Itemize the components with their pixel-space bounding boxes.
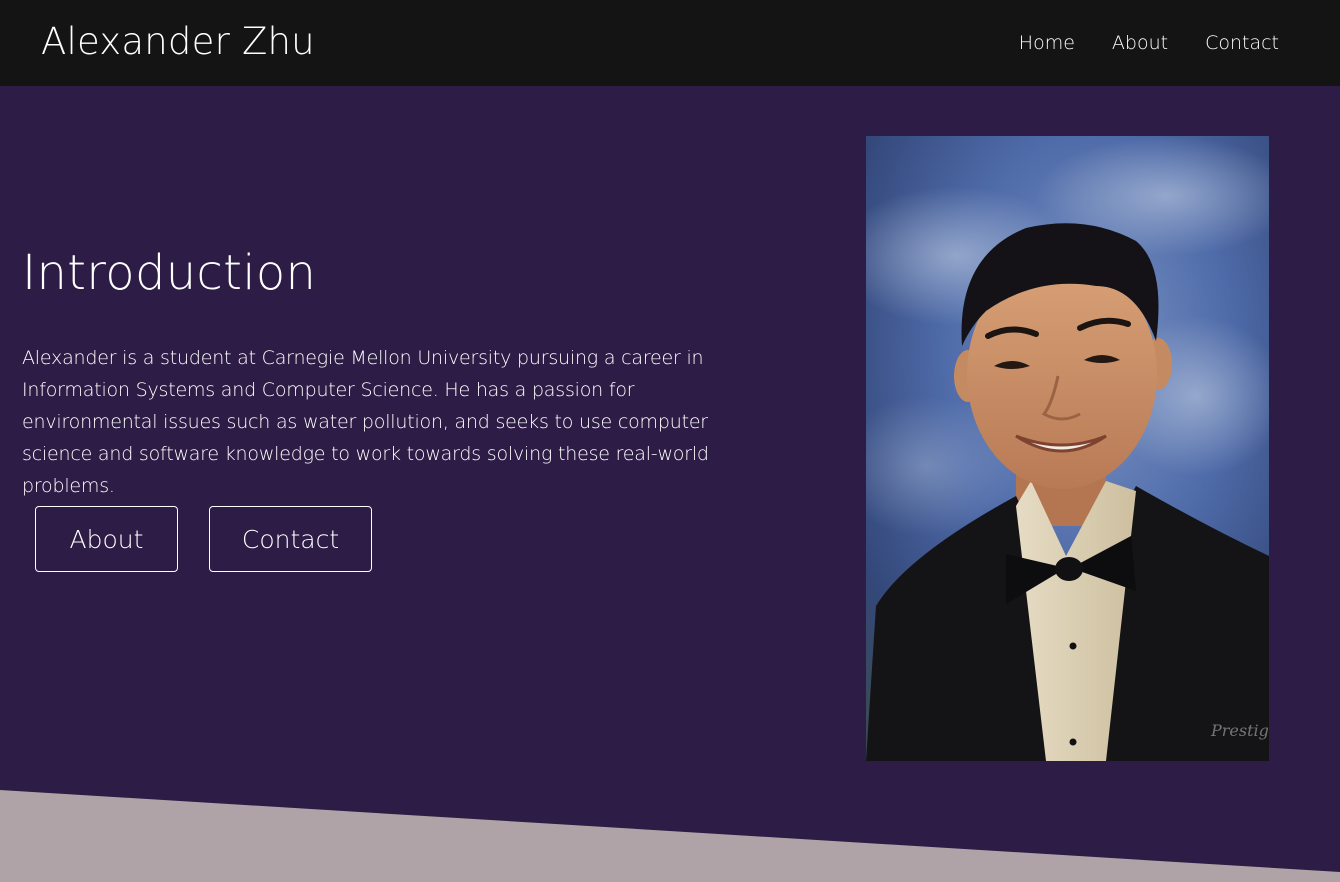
site-brand[interactable]: Alexander Zhu xyxy=(41,18,315,66)
svg-text:Prestige: Prestige xyxy=(1210,721,1269,740)
intro-paragraph: Alexander is a student at Carnegie Mello… xyxy=(22,347,709,497)
nav-link-about[interactable]: About xyxy=(1112,28,1168,58)
top-navbar: Alexander Zhu Home About Contact xyxy=(0,0,1340,86)
about-button-label: About xyxy=(69,524,144,554)
about-button[interactable]: About xyxy=(35,506,178,572)
portrait-photo: Prestige xyxy=(866,136,1269,761)
intro-title: Introduction xyxy=(22,245,317,301)
nav-link-contact[interactable]: Contact xyxy=(1205,28,1279,58)
hero-section: Introduction Alexander is a student at C… xyxy=(0,86,1340,882)
nav-link-home[interactable]: Home xyxy=(1019,28,1075,58)
nav-links: Home About Contact xyxy=(982,28,1279,58)
contact-button[interactable]: Contact xyxy=(209,506,372,572)
contact-button-label: Contact xyxy=(241,524,340,554)
